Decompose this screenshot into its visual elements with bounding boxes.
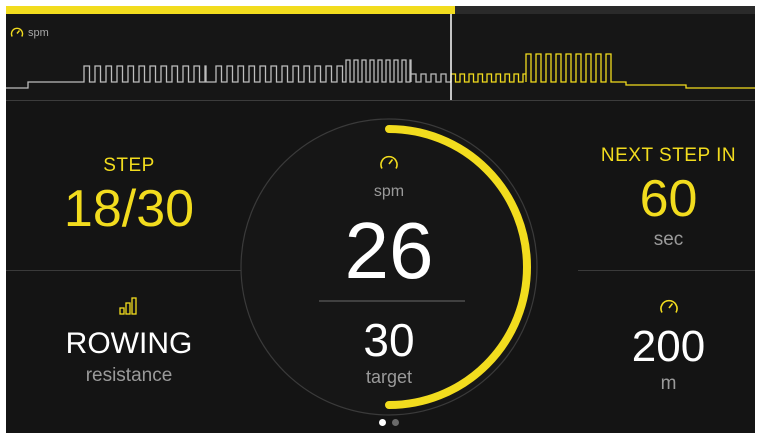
divider-left [6,270,242,271]
page-dot-2[interactable] [392,419,399,426]
spm-graph-upcoming-line [450,53,755,89]
workout-screen: spm STEP 18/30 NEXT STEP IN 60 sec ROWIN… [6,6,755,433]
dial-target-spm: 30 [363,314,415,366]
spm-graph-panel: spm [6,14,755,101]
spm-graph [6,14,755,100]
spm-dial: spm 26 30 target [239,101,539,433]
mode-unit: resistance [85,365,173,386]
page-dot-1[interactable] [379,419,386,426]
workout-progress-fill [6,6,456,14]
dial-spm-label: spm [373,183,405,200]
speedometer-icon [10,27,24,37]
next-step-unit: sec [653,229,684,250]
speedometer-icon [380,155,398,169]
workout-progress-bar [6,6,755,14]
dial-current-spm: 26 [344,206,434,295]
dial-target-label: target [365,367,413,387]
divider-right [578,270,755,271]
page-indicator [239,419,539,426]
metrics-area: STEP 18/30 NEXT STEP IN 60 sec ROWING re… [6,101,755,433]
distance-tile: 200 m [586,297,751,395]
step-value: 18/30 [63,180,195,238]
distance-value: 200 [631,322,706,371]
spm-graph-completed-line [6,59,451,89]
step-label: STEP [103,155,155,176]
distance-unit: m [660,373,677,394]
next-step-label: NEXT STEP IN [600,145,737,166]
next-step-value: 60 [639,170,698,228]
dial-icon-wrap [239,153,539,178]
graph-label: spm [10,26,49,40]
mode-value: ROWING [65,327,193,360]
next-step-tile: NEXT STEP IN 60 sec [586,145,751,251]
step-tile: STEP 18/30 [26,155,232,235]
mode-tile: ROWING resistance [26,297,232,387]
graph-label-text: spm [28,27,49,39]
resistance-bars-icon [119,297,137,315]
speedometer-icon [659,299,678,313]
